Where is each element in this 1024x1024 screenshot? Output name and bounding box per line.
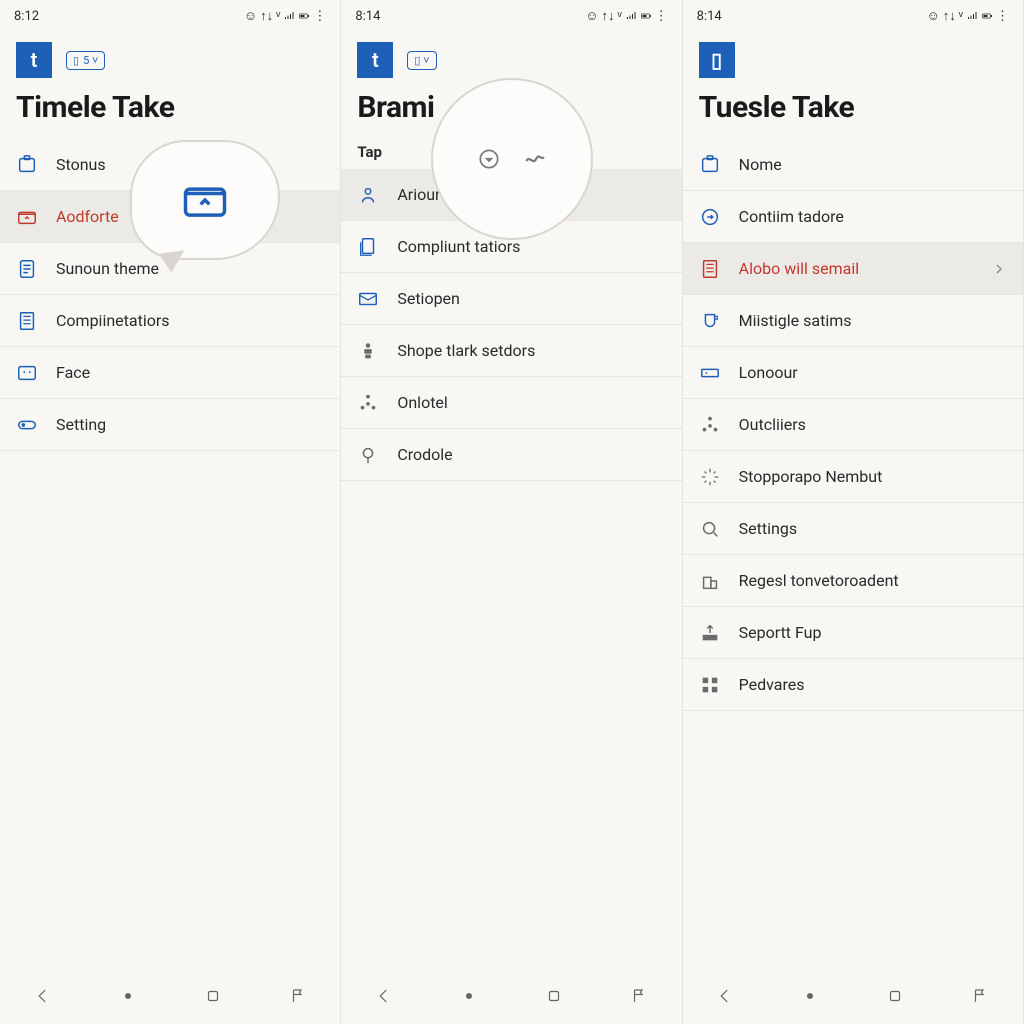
doc-stack-icon [357,236,379,258]
upload-icon [699,622,721,644]
item-onlotel[interactable]: Onlotel [341,377,681,429]
grid-icon [699,674,721,696]
nav-bar [683,972,1023,1024]
nav-recent[interactable] [886,987,904,1009]
person-icon [357,184,379,206]
down-circle-icon [476,146,502,172]
callout-bubble [130,140,280,260]
nav-dot[interactable] [119,987,137,1009]
chevron-right-icon [991,261,1007,277]
status-icons: ☺↑↓ᵛ ⋮ [244,8,326,24]
header-chip[interactable]: ▯5 ˅ [66,51,105,70]
status-bar: 8:14 ☺↑↓ᵛ ⋮ [341,0,681,28]
pin-icon [357,444,379,466]
nav-dot[interactable] [801,987,819,1009]
page-title: Timele Take [0,84,340,139]
item-crodole[interactable]: Crodole [341,429,681,481]
header: ▯ [683,28,1023,84]
item-setting[interactable]: Setting [0,399,340,451]
item-miistigle[interactable]: Miistigle satims [683,295,1023,347]
screen-1: 8:12 ☺↑↓ᵛ ⋮ t ▯5 ˅ Timele Take Stonus Ao… [0,0,341,1024]
item-setiopen[interactable]: Setiopen [341,273,681,325]
nav-bar [0,972,340,1024]
status-icons: ☺↑↓ᵛ ⋮ [927,8,1009,24]
clock: 8:14 [355,9,380,24]
clock: 8:12 [14,9,39,24]
header: t ▯ ˅ [341,28,681,84]
search-icon [699,518,721,540]
scribble-icon [522,146,548,172]
item-regesl[interactable]: Regesl tonvetoroadent [683,555,1023,607]
nodes-icon [357,392,379,414]
screen-3: 8:14 ☺↑↓ᵛ ⋮ ▯ Tuesle Take Nome Contiim t… [683,0,1024,1024]
nav-flag[interactable] [971,987,989,1009]
nav-dot[interactable] [460,987,478,1009]
nav-flag[interactable] [289,987,307,1009]
clock: 8:14 [697,9,722,24]
nav-back[interactable] [375,987,393,1009]
nav-bar [341,972,681,1024]
mail-icon [357,288,379,310]
nav-recent[interactable] [545,987,563,1009]
nav-flag[interactable] [630,987,648,1009]
spark-icon [699,466,721,488]
settings-list: Nome Contiim tadore Alobo will semail Mi… [683,139,1023,972]
screen-2: 8:14 ☺↑↓ᵛ ⋮ t ▯ ˅ Brami Tap Ariour Compl… [341,0,682,1024]
face-icon [16,362,38,384]
item-lonoour[interactable]: Lonoour [683,347,1023,399]
item-contiim[interactable]: Contiim tadore [683,191,1023,243]
doc-lines-icon [699,258,721,280]
item-outcliiers[interactable]: Outcliiers [683,399,1023,451]
page-title: Tuesle Take [683,84,1023,139]
nodes-icon [699,414,721,436]
doc-icon [16,258,38,280]
magnifier-bubble [431,78,593,240]
settings-list: Ariour Compliunt tatiors Setiopen Shope … [341,169,681,972]
item-stopporapo[interactable]: Stopporapo Nembut [683,451,1023,503]
item-alobo[interactable]: Alobo will semail [683,243,1023,295]
status-bar: 8:12 ☺↑↓ᵛ ⋮ [0,0,340,28]
card-icon [699,362,721,384]
status-bar: 8:14 ☺↑↓ᵛ ⋮ [683,0,1023,28]
badge-icon [16,154,38,176]
circle-arrow-icon [699,206,721,228]
nav-recent[interactable] [204,987,222,1009]
item-shope[interactable]: Shope tlark setdors [341,325,681,377]
item-compiinetatiors[interactable]: Compiinetatiors [0,295,340,347]
doc-lines-icon [16,310,38,332]
app-icon[interactable]: t [16,42,52,78]
cup-icon [699,310,721,332]
header-chip[interactable]: ▯ ˅ [407,51,436,70]
item-seportt[interactable]: Seportt Fup [683,607,1023,659]
status-icons: ☺↑↓ᵛ ⋮ [585,8,667,24]
item-settings[interactable]: Settings [683,503,1023,555]
header: t ▯5 ˅ [0,28,340,84]
badge-icon [699,154,721,176]
shape-icon [357,340,379,362]
nav-back[interactable] [716,987,734,1009]
item-nome[interactable]: Nome [683,139,1023,191]
app-icon[interactable]: ▯ [699,42,735,78]
building-icon [699,570,721,592]
item-face[interactable]: Face [0,347,340,399]
nav-back[interactable] [34,987,52,1009]
app-icon[interactable]: t [357,42,393,78]
item-pedvares[interactable]: Pedvares [683,659,1023,711]
folder-icon [16,206,38,228]
toggle-icon [16,414,38,436]
